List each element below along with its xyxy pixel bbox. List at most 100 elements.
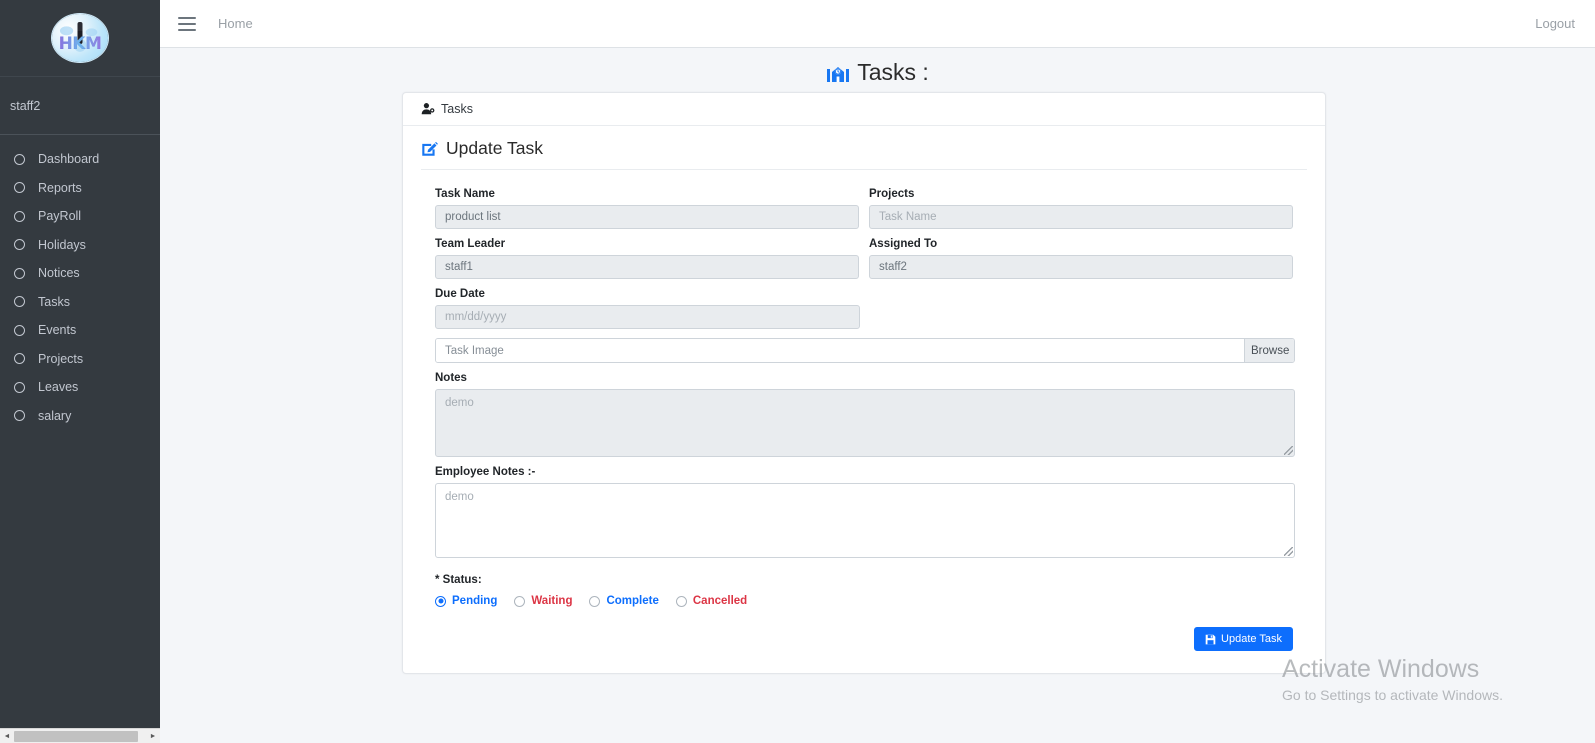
browse-button[interactable]: Browse — [1244, 339, 1294, 362]
label-team-leader: Team Leader — [435, 238, 506, 250]
scrollbar-track[interactable] — [14, 729, 146, 743]
card-header-label: Tasks — [441, 102, 473, 116]
logo-text: HKM — [58, 34, 102, 54]
page-title-text: Tasks : — [857, 59, 929, 85]
circle-icon — [14, 353, 25, 365]
page-title: Tasks : — [160, 48, 1595, 86]
scrollbar-thumb[interactable] — [14, 730, 138, 742]
sidebar-item-salary[interactable]: salary — [0, 402, 160, 431]
due-date-input[interactable] — [435, 305, 860, 329]
label-projects: Projects — [869, 188, 915, 200]
radio-label: Complete — [606, 595, 659, 607]
update-task-form: Task Name Projects Team Leader — [403, 170, 1325, 673]
update-task-button-label: Update Task — [1221, 633, 1282, 645]
sidebar-item-label: Projects — [38, 351, 84, 366]
scroll-left-arrow-icon[interactable]: ◄ — [0, 729, 14, 743]
label-task-name: Task Name — [435, 188, 495, 200]
task-name-input[interactable] — [435, 205, 859, 229]
circle-icon — [14, 324, 25, 336]
radio-label: Pending — [452, 595, 498, 607]
app-root: HKM staff2 Dashboard Reports PayRoll Hol… — [0, 0, 1595, 743]
employee-notes-textarea-wrap — [435, 483, 1295, 558]
task-image-filename-input[interactable] — [436, 339, 1244, 362]
sidebar-item-leaves[interactable]: Leaves — [0, 373, 160, 402]
sidebar-item-label: Reports — [38, 180, 82, 195]
circle-icon — [14, 210, 25, 222]
circle-icon — [14, 239, 25, 251]
card-header: Tasks — [403, 93, 1325, 126]
circle-icon — [14, 153, 25, 165]
form-row-2: Team Leader Assigned To — [435, 238, 1293, 279]
top-navbar: Home Logout — [160, 0, 1595, 48]
content-area: Tasks : Tasks Update Task Task Name prod… — [160, 48, 1595, 743]
sidebar-item-notices[interactable]: Notices — [0, 259, 160, 288]
sidebar-item-label: salary — [38, 408, 72, 423]
sidebar-item-holidays[interactable]: Holidays — [0, 231, 160, 260]
hamburger-menu-icon[interactable] — [178, 16, 196, 31]
task-image-file-group: Browse — [435, 338, 1295, 363]
sidebar-item-reports[interactable]: Reports — [0, 174, 160, 203]
sidebar: HKM staff2 Dashboard Reports PayRoll Hol… — [0, 0, 160, 743]
status-radio-group: Pending Waiting Complete Cancelled — [435, 595, 1293, 607]
update-task-button[interactable]: Update Task — [1194, 627, 1293, 651]
sidebar-item-events[interactable]: Events — [0, 316, 160, 345]
nav-link-logout[interactable]: Logout — [1535, 16, 1575, 31]
employee-notes-textarea[interactable] — [435, 483, 1295, 558]
field-employee-notes: Employee Notes :- — [435, 466, 1295, 558]
assigned-to-input[interactable] — [869, 255, 1293, 279]
sidebar-nav: Dashboard Reports PayRoll Holidays Notic… — [0, 135, 160, 430]
sidebar-item-label: Events — [38, 323, 77, 338]
sidebar-horizontal-scrollbar[interactable]: ◄ ► — [0, 728, 160, 743]
sidebar-user: staff2 — [0, 77, 160, 135]
status-label: * Status: — [435, 574, 482, 586]
field-task-name: Task Name — [435, 188, 859, 229]
field-due-date: Due Date — [435, 288, 860, 329]
section-title-text: Update Task — [446, 138, 543, 158]
sidebar-item-tasks[interactable]: Tasks — [0, 288, 160, 317]
radio-label: Cancelled — [692, 595, 748, 607]
label-notes: Notes — [435, 372, 467, 384]
save-icon — [1205, 634, 1216, 644]
radio-label: Waiting — [531, 595, 573, 607]
radio-complete[interactable]: Complete — [589, 595, 659, 607]
task-card: Tasks Update Task Task Name product list… — [402, 92, 1326, 674]
tasks-building-clock-icon — [827, 66, 850, 82]
circle-icon — [14, 410, 25, 422]
sidebar-item-label: PayRoll — [38, 209, 82, 224]
section-title: Update Task — [421, 126, 1307, 170]
radio-cancelled[interactable]: Cancelled — [675, 595, 748, 607]
projects-input[interactable] — [869, 205, 1293, 229]
watermark-subtitle: Go to Settings to activate Windows. — [1282, 687, 1503, 703]
circle-icon — [14, 182, 25, 194]
label-assigned-to: Assigned To — [869, 238, 938, 250]
sidebar-item-payroll[interactable]: PayRoll — [0, 202, 160, 231]
sidebar-item-label: Tasks — [38, 294, 70, 309]
radio-dot-icon[interactable] — [514, 595, 526, 607]
radio-dot-icon[interactable] — [589, 595, 601, 607]
form-actions: Update Task — [435, 627, 1293, 651]
edit-pencil-icon — [422, 141, 438, 156]
user-icon — [421, 103, 435, 115]
team-leader-input[interactable] — [435, 255, 859, 279]
radio-dot-icon[interactable] — [675, 595, 687, 607]
field-notes: Notes — [435, 372, 1295, 457]
scroll-right-arrow-icon[interactable]: ► — [146, 729, 160, 743]
sidebar-username: staff2 — [10, 98, 41, 113]
circle-icon — [14, 267, 25, 279]
sidebar-item-label: Notices — [38, 266, 80, 281]
sidebar-item-dashboard[interactable]: Dashboard — [0, 145, 160, 174]
field-team-leader: Team Leader — [435, 238, 859, 279]
notes-textarea-wrap — [435, 389, 1295, 457]
radio-pending[interactable]: Pending — [435, 595, 497, 607]
radio-dot-icon[interactable] — [435, 595, 446, 607]
notes-textarea[interactable] — [435, 389, 1295, 457]
field-projects: Projects — [869, 188, 1293, 229]
sidebar-item-label: Holidays — [38, 237, 86, 252]
radio-waiting[interactable]: Waiting — [514, 595, 572, 607]
sidebar-item-projects[interactable]: Projects — [0, 345, 160, 374]
circle-icon — [14, 296, 25, 308]
label-due-date: Due Date — [435, 288, 485, 300]
label-employee-notes: Employee Notes :- — [435, 466, 536, 478]
sidebar-logo[interactable]: HKM — [0, 0, 160, 77]
nav-link-home[interactable]: Home — [218, 16, 253, 31]
